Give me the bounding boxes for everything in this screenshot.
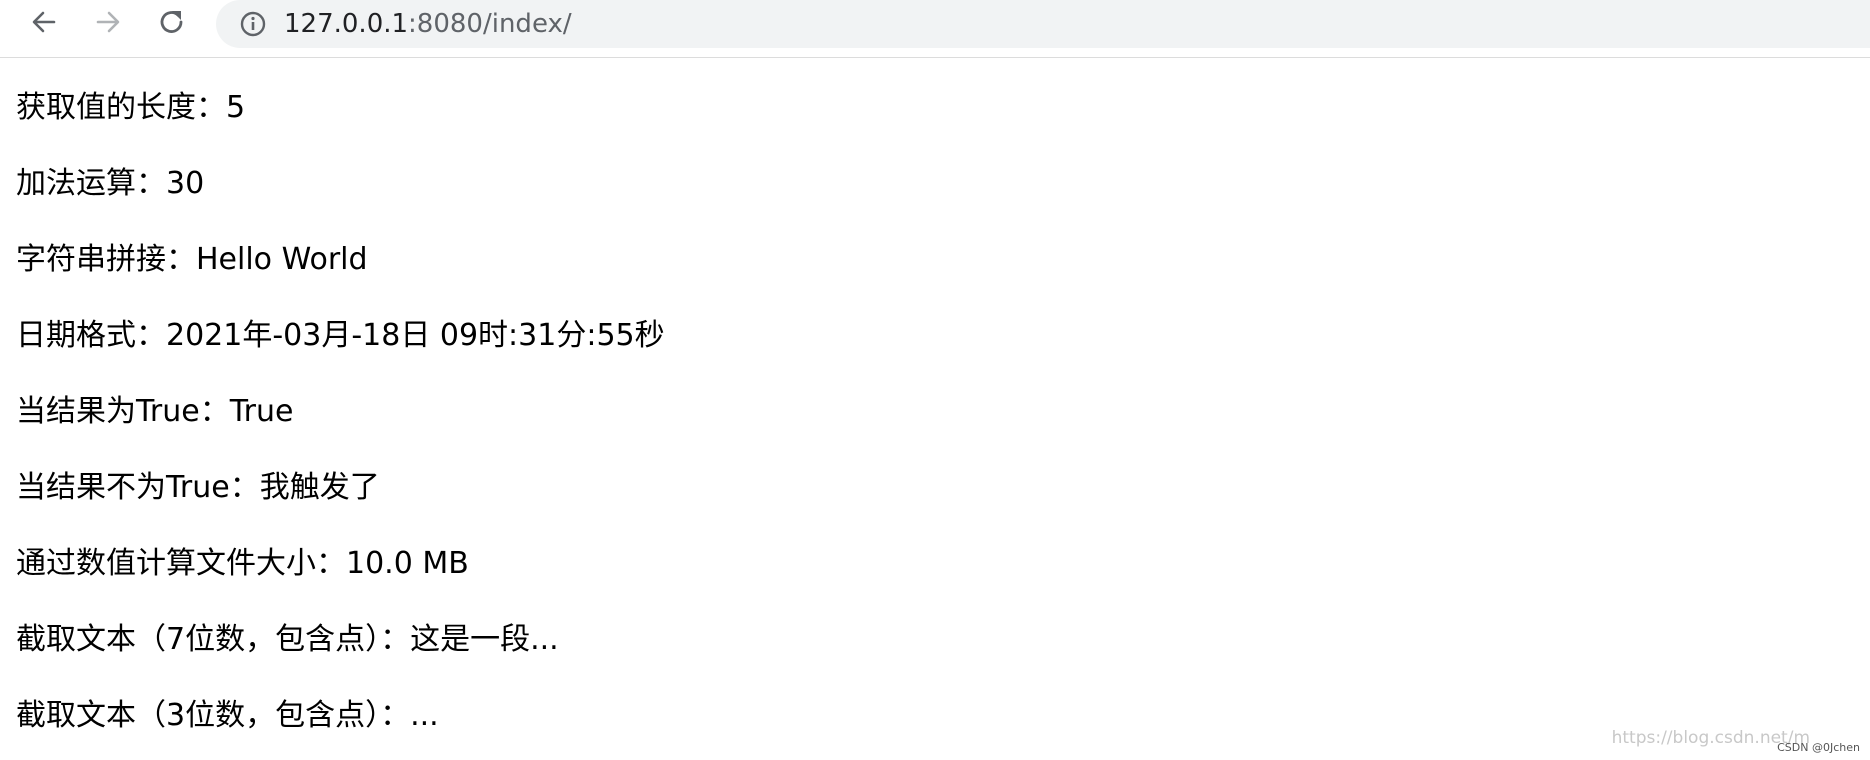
info-icon[interactable] — [238, 9, 268, 39]
arrow-right-icon — [96, 11, 120, 33]
address-bar[interactable]: 127.0.0.1:8080/index/ — [216, 0, 1870, 48]
text-line-addition: 加法运算：30 — [16, 166, 205, 201]
text-line-concat: 字符串拼接：Hello World — [16, 242, 368, 277]
text-line-length: 获取值的长度：5 — [16, 90, 246, 125]
reload-button[interactable] — [152, 2, 192, 42]
browser-toolbar: 127.0.0.1:8080/index/ — [0, 0, 1870, 58]
text-line-truncate-3: 截取文本（3位数，包含点）：... — [16, 698, 439, 733]
url-text[interactable]: 127.0.0.1:8080/index/ — [284, 8, 572, 40]
text-line-filesize: 通过数值计算文件大小：10.0 MB — [16, 546, 469, 581]
watermark-author: CSDN @0Jchen — [1777, 741, 1860, 754]
text-line-truncate-7: 截取文本（7位数，包含点）：这是一段... — [16, 622, 559, 657]
forward-button[interactable] — [88, 2, 128, 42]
url-host: 127.0.0.1 — [284, 9, 409, 39]
url-path: :8080/index/ — [408, 9, 572, 39]
text-line-true: 当结果为True：True — [16, 394, 294, 429]
text-line-not-true: 当结果不为True：我触发了 — [16, 470, 380, 505]
back-button[interactable] — [24, 2, 64, 42]
arrow-left-icon — [32, 11, 56, 33]
reload-icon — [160, 11, 183, 33]
text-line-date: 日期格式：2021年-03月-18日 09时:31分:55秒 — [16, 318, 665, 353]
